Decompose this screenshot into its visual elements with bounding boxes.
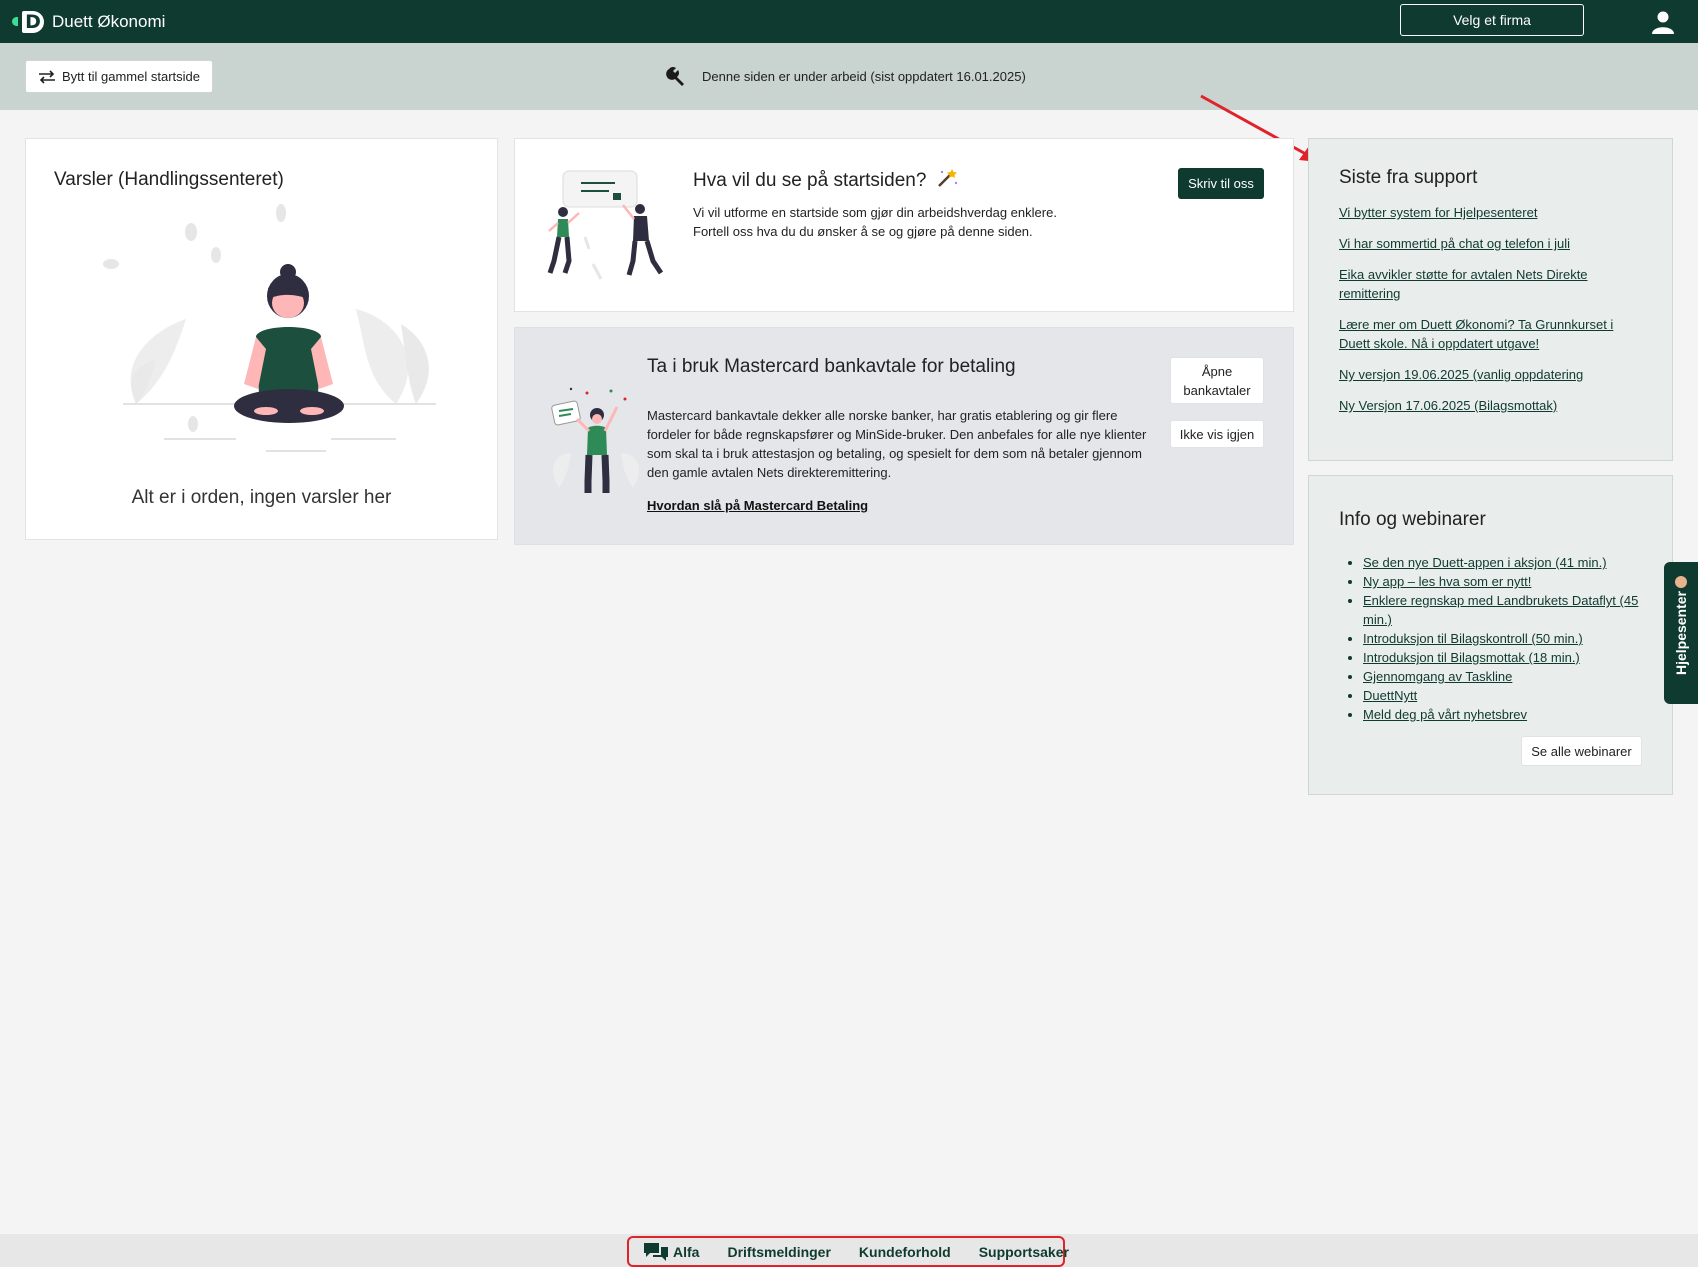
write-to-us-button[interactable]: Skriv til oss [1178, 168, 1264, 199]
top-bar: D Duett Økonomi Velg et firma [0, 0, 1698, 43]
feedback-title-text: Hva vil du se på startsiden? [693, 170, 927, 191]
webinar-link[interactable]: Meld deg på vårt nyhetsbrev [1363, 707, 1527, 722]
under-construction-message: Denne siden er under arbeid (sist oppdat… [666, 65, 1026, 87]
open-bank-agreements-line-1: Åpne [1201, 363, 1233, 379]
alerts-title: Varsler (Handlingssenteret) [54, 169, 284, 190]
list-item: Ny app – les hva som er nytt! [1363, 572, 1653, 591]
support-news-link[interactable]: Vi bytter system for Hjelpesenteret [1339, 203, 1639, 222]
support-news-link[interactable]: Lære mer om Duett Økonomi? Ta Grunnkurse… [1339, 315, 1639, 353]
nav-item-kundeforhold[interactable]: Kundeforhold [859, 1244, 951, 1260]
bottom-nav: Alfa Driftsmeldinger Kundeforhold Suppor… [627, 1236, 1069, 1267]
support-news-link[interactable]: Ny Versjon 17.06.2025 (Bilagsmottak) [1339, 396, 1639, 415]
meditating-person-illustration [103, 204, 436, 452]
list-item: DuettNytt [1363, 686, 1653, 705]
support-news-link[interactable]: Eika avvikler støtte for avtalen Nets Di… [1339, 265, 1639, 303]
person-with-card-illustration [551, 387, 640, 493]
no-alerts-message: Alt er i orden, ingen varsler her [131, 487, 392, 508]
list-item: Enklere regnskap med Landbrukets Datafly… [1363, 591, 1653, 629]
webinar-link[interactable]: Se den nye Duett-appen i aksjon (41 min.… [1363, 555, 1607, 570]
feedback-description-line-2: Fortell oss hva du du ønsker å se og gjø… [693, 224, 1033, 239]
notice-banner: Bytt til gammel startside Denne siden er… [0, 43, 1698, 110]
webinars-title: Info og webinarer [1339, 509, 1486, 530]
bottom-bar: Alfa Driftsmeldinger Kundeforhold Suppor… [0, 1234, 1698, 1267]
app-logo[interactable]: D Duett Økonomi [12, 10, 166, 33]
chat-icon [644, 1242, 668, 1261]
nav-item-supportsaker[interactable]: Supportsaker [979, 1244, 1069, 1260]
list-item: Meld deg på vårt nyhetsbrev [1363, 705, 1653, 724]
mastercard-howto-link[interactable]: Hvordan slå på Mastercard Betaling [647, 498, 868, 513]
webinars-list: Se den nye Duett-appen i aksjon (41 min.… [1363, 553, 1653, 724]
feedback-description: Vi vil utforme en startside som gjør din… [693, 203, 1113, 241]
webinars-card: Info og webinarer Se den nye Duett-appen… [1308, 475, 1673, 795]
switch-button-label: Bytt til gammel startside [62, 69, 200, 84]
nav-item-label: Alfa [673, 1243, 700, 1260]
webinar-link[interactable]: Enklere regnskap med Landbrukets Datafly… [1363, 593, 1638, 627]
support-news-card: Siste fra support Vi bytter system for H… [1308, 138, 1673, 461]
list-item: Se den nye Duett-appen i aksjon (41 min.… [1363, 553, 1653, 572]
people-with-banner-illustration [547, 170, 664, 280]
alerts-card: Varsler (Handlingssenteret) Alt er i ord… [25, 138, 498, 540]
magic-wand-icon [937, 169, 957, 187]
open-bank-agreements-button[interactable]: Åpne bankavtaler [1170, 357, 1264, 404]
support-news-list: Vi bytter system for Hjelpesenteret Vi h… [1339, 203, 1639, 427]
help-center-label: Hjelpesenter [1673, 590, 1689, 676]
feedback-card: Hva vil du se på startsiden? Vi vil utfo… [514, 138, 1294, 312]
waving-hand-icon [1675, 576, 1687, 588]
nav-item-driftsmeldinger[interactable]: Driftsmeldinger [727, 1244, 830, 1260]
swap-icon [39, 69, 55, 84]
webinar-link[interactable]: Introduksjon til Bilagsmottak (18 min.) [1363, 650, 1580, 665]
webinar-link[interactable]: DuettNytt [1363, 688, 1417, 703]
mastercard-card: Ta i bruk Mastercard bankavtale for beta… [514, 327, 1294, 545]
list-item: Introduksjon til Bilagsmottak (18 min.) [1363, 648, 1653, 667]
open-bank-agreements-line-2: bankavtaler [1183, 382, 1251, 398]
switch-old-startpage-button[interactable]: Bytt til gammel startside [25, 60, 213, 93]
help-center-tab[interactable]: Hjelpesenter [1664, 562, 1698, 704]
webinar-link[interactable]: Introduksjon til Bilagskontroll (50 min.… [1363, 631, 1583, 646]
logo-letter: D [22, 10, 44, 33]
support-news-link[interactable]: Ny versjon 19.06.2025 (vanlig oppdaterin… [1339, 365, 1639, 384]
app-title: Duett Økonomi [52, 11, 166, 31]
support-news-title: Siste fra support [1339, 167, 1478, 188]
mastercard-description: Mastercard bankavtale dekker alle norske… [647, 408, 1147, 480]
feedback-title: Hva vil du se på startsiden? [693, 168, 958, 192]
see-all-webinars-button[interactable]: Se alle webinarer [1521, 736, 1642, 766]
mastercard-title: Ta i bruk Mastercard bankavtale for beta… [647, 356, 1016, 377]
logo-dot [12, 17, 18, 26]
list-item: Gjennomgang av Taskline [1363, 667, 1653, 686]
feedback-description-line-1: Vi vil utforme en startside som gjør din… [693, 205, 1057, 220]
webinar-link[interactable]: Ny app – les hva som er nytt! [1363, 574, 1531, 589]
select-company-button[interactable]: Velg et firma [1400, 4, 1584, 36]
dont-show-again-button[interactable]: Ikke vis igjen [1170, 420, 1264, 448]
webinar-link[interactable]: Gjennomgang av Taskline [1363, 669, 1512, 684]
support-news-link[interactable]: Vi har sommertid på chat og telefon i ju… [1339, 234, 1639, 253]
nav-item-alfa[interactable]: Alfa [643, 1242, 699, 1262]
wrench-icon [666, 67, 684, 86]
banner-message-text: Denne siden er under arbeid (sist oppdat… [702, 68, 1026, 84]
user-icon[interactable] [1651, 10, 1675, 34]
list-item: Introduksjon til Bilagskontroll (50 min.… [1363, 629, 1653, 648]
